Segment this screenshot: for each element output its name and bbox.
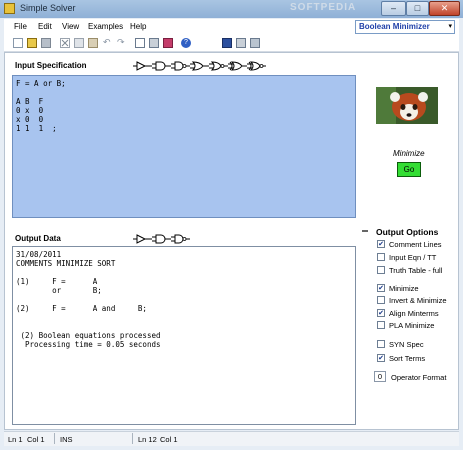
print-setup-output-icon[interactable] (250, 38, 260, 48)
app-window: Simple Solver SOFTPEDIA – □ ✕ File Edit … (0, 0, 463, 450)
checkbox-icon[interactable] (377, 253, 385, 261)
paste-icon[interactable] (88, 38, 98, 48)
status-divider (54, 433, 55, 444)
checkbox-checked-icon[interactable]: ✔ (377, 240, 385, 248)
go-button[interactable]: Go (397, 162, 421, 177)
checkbox-icon[interactable] (377, 340, 385, 348)
title-bar: Simple Solver SOFTPEDIA – □ ✕ (0, 0, 463, 18)
checkbox-icon[interactable] (377, 296, 385, 304)
window-title: Simple Solver (20, 3, 76, 13)
input-gate-toolbar (133, 61, 268, 71)
operator-format-input[interactable]: 0 (374, 371, 386, 382)
print-icon[interactable] (149, 38, 159, 48)
menu-file[interactable]: File (14, 22, 27, 31)
input-spec-text: F = A or B; A B F 0 x 0 x 0 0 1 1 1 ; (16, 79, 66, 133)
close-window-button[interactable]: ✕ (429, 1, 460, 16)
open-icon[interactable] (27, 38, 37, 48)
status-input-line: Ln 1 (8, 435, 23, 444)
minimize-window-button[interactable]: – (381, 1, 406, 16)
print-preview-icon[interactable] (135, 38, 145, 48)
status-output-col: Col 1 (160, 435, 178, 444)
nand-gate-icon[interactable] (171, 234, 190, 244)
status-output-line: Ln 12 (138, 435, 157, 444)
collapse-options-icon[interactable] (362, 230, 368, 232)
output-data-view[interactable]: 31/08/2011 COMMENTS MINIMIZE SORT (1) F … (12, 246, 356, 425)
cut-icon[interactable] (60, 38, 70, 48)
checkbox-icon[interactable] (377, 266, 385, 274)
input-spec-editor[interactable]: F = A or B; A B F 0 x 0 x 0 0 1 1 1 ; (12, 75, 356, 218)
undo-icon[interactable]: ↶ (103, 38, 113, 48)
output-options-title: Output Options (376, 227, 439, 237)
output-gate-toolbar (133, 234, 193, 244)
redo-icon[interactable]: ↷ (117, 38, 127, 48)
buffer-gate-icon[interactable] (133, 61, 152, 71)
mode-select[interactable]: Boolean Minimizer ▾ (355, 20, 455, 34)
maximize-window-button[interactable]: □ (406, 1, 429, 16)
print-output-icon[interactable] (236, 38, 246, 48)
and-gate-icon[interactable] (152, 234, 171, 244)
or-gate-icon[interactable] (190, 61, 209, 71)
nand-gate-icon[interactable] (171, 61, 190, 71)
buffer-gate-icon[interactable] (133, 234, 152, 244)
save-output-icon[interactable] (222, 38, 232, 48)
mode-select-value: Boolean Minimizer (359, 22, 430, 31)
status-bar: Ln 1 Col 1 INS Ln 12 Col 1 (4, 431, 459, 446)
xor-gate-icon[interactable] (228, 61, 247, 71)
save-icon[interactable] (41, 38, 51, 48)
nor-gate-icon[interactable] (209, 61, 228, 71)
page-setup-icon[interactable] (163, 38, 173, 48)
and-gate-icon[interactable] (152, 61, 171, 71)
red-panda-image (376, 87, 438, 124)
checkbox-checked-icon[interactable]: ✔ (377, 354, 385, 362)
new-icon[interactable] (13, 38, 23, 48)
minimize-label: Minimize (393, 149, 425, 158)
status-input-col: Col 1 (27, 435, 45, 444)
menu-view[interactable]: View (62, 22, 79, 31)
checkbox-checked-icon[interactable]: ✔ (377, 309, 385, 317)
output-data-label: Output Data (15, 234, 61, 243)
menu-edit[interactable]: Edit (38, 22, 52, 31)
checkbox-checked-icon[interactable]: ✔ (377, 284, 385, 292)
menu-examples[interactable]: Examples (88, 22, 123, 31)
xnor-gate-icon[interactable] (247, 61, 266, 71)
toolbar: ↶ ↷ ? (4, 36, 459, 52)
help-icon[interactable]: ? (181, 38, 191, 48)
checkbox-icon[interactable] (377, 321, 385, 329)
watermark: SOFTPEDIA (290, 2, 357, 13)
output-data-text: 31/08/2011 COMMENTS MINIMIZE SORT (1) F … (16, 250, 161, 349)
status-ins: INS (60, 435, 73, 444)
operator-format-label: Operator Format (391, 373, 447, 382)
chevron-down-icon: ▾ (448, 23, 452, 30)
app-icon (4, 3, 15, 14)
copy-icon[interactable] (74, 38, 84, 48)
menu-help[interactable]: Help (130, 22, 146, 31)
status-divider (132, 433, 133, 444)
input-spec-label: Input Specification (15, 61, 87, 70)
